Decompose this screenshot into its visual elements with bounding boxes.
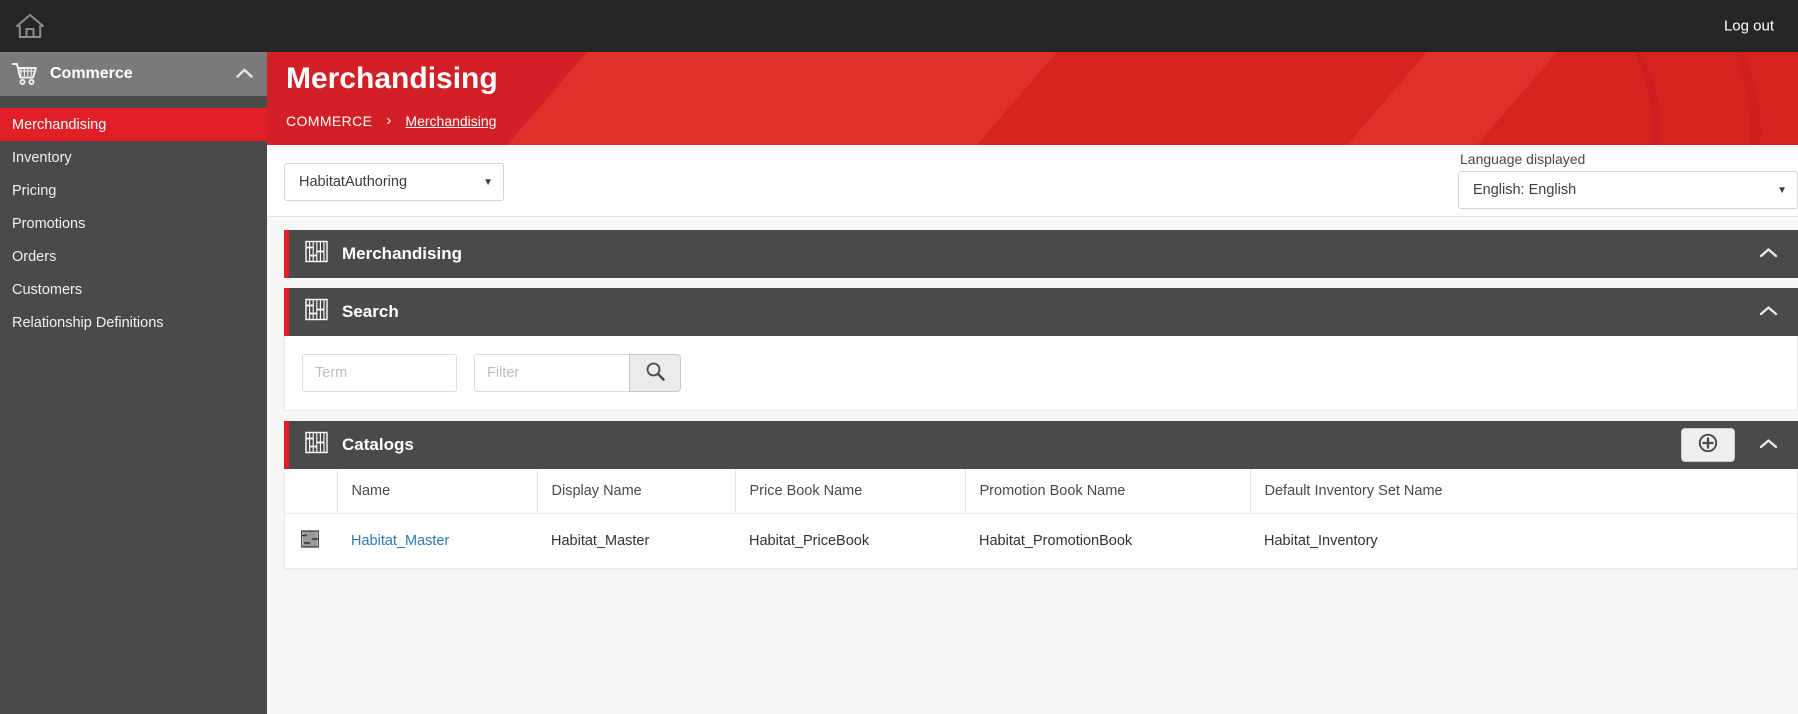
panel-catalogs-actions xyxy=(1681,421,1798,469)
sidebar-group-commerce[interactable]: Commerce xyxy=(0,52,267,96)
cell-promotion-book-name: Habitat_PromotionBook xyxy=(965,513,1250,569)
language-select[interactable]: English: English ▼ xyxy=(1458,171,1798,209)
column-header-promotion-book-name[interactable]: Promotion Book Name xyxy=(964,469,1250,514)
panel-catalogs: Catalogs Name Display Name Price Book Na… xyxy=(284,421,1798,570)
sidebar-item-promotions[interactable]: Promotions xyxy=(0,207,267,240)
panel-search-body xyxy=(284,336,1798,411)
toolbar-strip: HabitatAuthoring ▼ Language displayed En… xyxy=(267,145,1798,217)
grid-table-icon xyxy=(305,240,328,268)
home-button[interactable] xyxy=(0,0,60,52)
cell-name: Habitat_Master xyxy=(337,513,537,569)
sidebar-spacer xyxy=(0,96,267,108)
panel-merchandising: Merchandising xyxy=(284,230,1798,278)
sidebar-item-label: Inventory xyxy=(12,149,72,166)
search-term-input[interactable] xyxy=(302,354,457,392)
magnifier-icon xyxy=(645,361,665,386)
shopping-cart-icon xyxy=(10,62,40,86)
chevron-up-icon[interactable] xyxy=(1753,298,1784,326)
table-row[interactable]: Habitat_Master Habitat_Master Habitat_Pr… xyxy=(285,513,1797,569)
add-catalog-button[interactable] xyxy=(1681,428,1735,462)
catalog-version-select[interactable]: HabitatAuthoring ▼ xyxy=(284,163,504,201)
sidebar-item-label: Customers xyxy=(12,281,83,298)
breadcrumb-root[interactable]: COMMERCE xyxy=(286,113,372,129)
table-header-row: Name Display Name Price Book Name Promot… xyxy=(285,469,1797,514)
plus-circle-icon xyxy=(1697,432,1719,459)
grid-table-icon xyxy=(305,431,328,459)
catalogs-table: Name Display Name Price Book Name Promot… xyxy=(285,469,1797,569)
panel-merchandising-actions xyxy=(1753,230,1798,278)
catalogs-table-body: Habitat_Master Habitat_Master Habitat_Pr… xyxy=(285,513,1797,569)
top-bar: Log out xyxy=(0,0,1798,52)
catalog-version-value: HabitatAuthoring xyxy=(299,174,408,190)
language-value: English: English xyxy=(1473,182,1577,198)
sidebar-item-inventory[interactable]: Inventory xyxy=(0,141,267,174)
sidebar-item-relationship-definitions[interactable]: Relationship Definitions xyxy=(0,306,267,339)
panel-merchandising-title: Merchandising xyxy=(342,244,462,263)
column-header-name[interactable]: Name xyxy=(336,469,537,514)
breadcrumb: COMMERCE › Merchandising xyxy=(286,112,496,129)
panel-merchandising-header[interactable]: Merchandising xyxy=(284,230,1798,278)
search-filter-input[interactable] xyxy=(474,354,629,392)
sidebar-item-orders[interactable]: Orders xyxy=(0,240,267,273)
panel-search: Search xyxy=(284,288,1798,411)
grid-table-icon xyxy=(305,298,328,326)
sidebar-item-label: Relationship Definitions xyxy=(12,314,164,331)
sidebar-item-label: Pricing xyxy=(12,182,57,199)
chevron-up-icon[interactable] xyxy=(1753,240,1784,268)
breadcrumb-separator-icon: › xyxy=(386,112,392,129)
panels-container: Merchandising Search Term Filter Catalog… xyxy=(267,217,1798,714)
sidebar-item-label: Orders xyxy=(12,248,57,265)
page-title: Merchandising xyxy=(286,62,498,95)
search-form xyxy=(285,336,1797,410)
catalog-name-link[interactable]: Habitat_Master xyxy=(351,533,449,549)
breadcrumb-current[interactable]: Merchandising xyxy=(405,113,496,129)
column-header-icon xyxy=(285,469,337,514)
sidebar-item-merchandising[interactable]: Merchandising xyxy=(0,108,267,141)
logout-link[interactable]: Log out xyxy=(1724,18,1774,35)
column-header-display-name[interactable]: Display Name xyxy=(536,469,735,514)
language-label: Language displayed xyxy=(1460,151,1586,167)
cell-display-name: Habitat_Master xyxy=(537,513,735,569)
catalog-icon xyxy=(301,530,319,552)
search-submit-button[interactable] xyxy=(629,354,681,392)
row-icon-cell xyxy=(285,513,337,569)
home-icon xyxy=(15,12,45,40)
caret-down-icon: ▼ xyxy=(483,176,493,188)
panel-search-actions xyxy=(1753,288,1798,336)
sidebar: Commerce Merchandising Inventory Pricing… xyxy=(0,52,267,714)
sidebar-item-customers[interactable]: Customers xyxy=(0,273,267,306)
panel-catalogs-title: Catalogs xyxy=(342,435,414,454)
main-content: HabitatAuthoring ▼ Language displayed En… xyxy=(267,145,1798,714)
language-block: Language displayed English: English ▼ xyxy=(1458,151,1798,209)
page-header-banner: Merchandising COMMERCE › Merchandising xyxy=(267,52,1798,145)
column-header-price-book-name[interactable]: Price Book Name xyxy=(734,469,965,514)
column-header-default-inventory-set-name[interactable]: Default Inventory Set Name xyxy=(1249,469,1797,514)
catalogs-table-head: Name Display Name Price Book Name Promot… xyxy=(285,469,1797,514)
chevron-up-icon[interactable] xyxy=(236,66,253,83)
sidebar-item-label: Merchandising xyxy=(12,116,107,133)
caret-down-icon: ▼ xyxy=(1777,184,1787,196)
panel-search-title: Search xyxy=(342,302,399,321)
sidebar-item-label: Promotions xyxy=(12,215,86,232)
cell-price-book-name: Habitat_PriceBook xyxy=(735,513,965,569)
panel-catalogs-body: Name Display Name Price Book Name Promot… xyxy=(284,469,1798,570)
chevron-up-icon[interactable] xyxy=(1753,431,1784,459)
sidebar-item-pricing[interactable]: Pricing xyxy=(0,174,267,207)
panel-search-header[interactable]: Search xyxy=(284,288,1798,336)
cell-default-inventory-set-name: Habitat_Inventory xyxy=(1250,513,1797,569)
panel-catalogs-header[interactable]: Catalogs xyxy=(284,421,1798,469)
sidebar-group-label: Commerce xyxy=(50,65,133,82)
